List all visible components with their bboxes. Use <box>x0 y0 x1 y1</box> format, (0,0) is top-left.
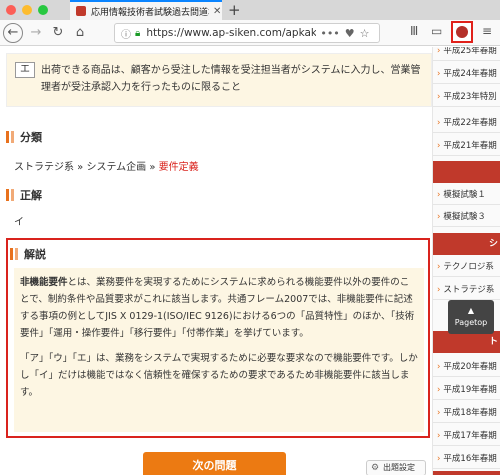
site-favicon-icon <box>76 6 86 16</box>
answer-heading: 正解 <box>6 187 42 203</box>
address-bar[interactable]: ⓘ 🔒︎ https://www.ap-siken.com/apkakomon … <box>114 23 380 43</box>
browser-tab[interactable]: 応用情報技術者試験過去問道場 ✕ <box>70 0 222 20</box>
sidebar-item[interactable]: › 平成24年春期 <box>433 64 500 84</box>
back-button[interactable]: ← <box>3 23 23 43</box>
minimize-window-button[interactable] <box>22 5 32 15</box>
pocket-icon[interactable]: ♥ <box>345 27 355 40</box>
window-titlebar: 応用情報技術者試験過去問道場 ✕ + <box>0 0 500 20</box>
sidebar-item[interactable]: › 平成16年春期 <box>433 449 500 469</box>
extension-icon[interactable] <box>451 21 473 43</box>
sidebar-header-past: ト <box>433 331 500 353</box>
classification-heading: 分類 <box>6 129 42 145</box>
sidebar-item[interactable]: › 平成20年春期 <box>433 357 500 377</box>
library-icon[interactable]: Ⅲ <box>410 24 418 38</box>
arrow-up-icon: ▲ <box>467 306 475 315</box>
sidebar-item-field[interactable]: › テクノロジ系 <box>433 257 500 277</box>
bookmark-star-icon[interactable]: ☆ <box>360 27 370 40</box>
sidebar-item[interactable]: › 平成25年春期 <box>433 47 500 61</box>
sidebar-item-mock[interactable]: › 模擬試験１ <box>433 185 500 205</box>
choice-key: エ <box>15 62 35 78</box>
choice-text: 出荷できる商品は、顧客から受注した情報を受注担当者がシステムに入力し、営業管理者… <box>41 65 421 93</box>
sidebar-toggle-icon[interactable]: ▭ <box>431 24 442 38</box>
explanation-paragraph-2: 「ア」「ウ」「エ」は、業務をシステムで実現するために必要な要求なので機能要件です… <box>20 353 418 398</box>
url-text[interactable]: https://www.ap-siken.com/apkakomon <box>146 27 316 39</box>
lock-icon[interactable]: 🔒︎ <box>135 28 140 39</box>
sidebar-item-mock[interactable]: › 模擬試験３ <box>433 207 500 227</box>
answer-value: イ <box>14 217 24 228</box>
sidebar-header-field: シ <box>433 233 500 255</box>
sidebar-header-info: 情 <box>433 471 500 475</box>
explanation-heading: 解説 <box>10 246 46 262</box>
sidebar-header-mock <box>433 161 500 183</box>
new-tab-button[interactable]: + <box>228 1 241 19</box>
sidebar-item[interactable]: › 平成19年春期 <box>433 380 500 400</box>
reload-button[interactable]: ↻ <box>49 24 67 42</box>
zoom-window-button[interactable] <box>38 5 48 15</box>
sidebar: › 平成25年春期 › 平成24年春期 › 平成23年特別 › 平成22年春期 › 平成2… <box>432 47 500 475</box>
tab-close-icon[interactable]: ✕ <box>213 6 221 17</box>
pagetop-button[interactable]: ▲ Pagetop <box>448 300 494 334</box>
next-question-button[interactable]: 次の問題 <box>143 452 286 475</box>
sidebar-item[interactable]: › 平成17年春期 <box>433 426 500 446</box>
tab-title: 応用情報技術者試験過去問道場 <box>91 7 209 18</box>
close-window-button[interactable] <box>6 5 16 15</box>
gear-icon: ⚙ <box>371 463 380 473</box>
sidebar-item[interactable]: › 平成22年春期 <box>433 113 500 133</box>
settings-button[interactable]: ⚙ 出題設定 <box>366 460 426 475</box>
pagetop-label: Pagetop <box>454 318 488 327</box>
main-content: エ 出荷できる商品は、顧客から受注した情報を受注担当者がシステムに入力し、営業管… <box>0 47 432 475</box>
explanation-text: 非機能要件とは、業務要件を実現するためにシステムに求められる機能要件以外の要件の… <box>14 268 424 432</box>
navigation-toolbar: ← → ↻ ⌂ ⓘ 🔒︎ https://www.ap-siken.com/ap… <box>0 20 500 46</box>
explanation-box: 解説 非機能要件とは、業務要件を実現するためにシステムに求められる機能要件以外の… <box>6 238 430 438</box>
sidebar-item-field[interactable]: › ストラテジ系 <box>433 280 500 300</box>
breadcrumb-current-link[interactable]: 要件定義 <box>159 162 199 173</box>
info-icon[interactable]: ⓘ <box>121 26 131 41</box>
menu-icon[interactable]: ≡ <box>482 24 492 38</box>
sidebar-item[interactable]: › 平成21年春期 <box>433 136 500 156</box>
explanation-term: 非機能要件 <box>20 277 68 288</box>
sidebar-item[interactable]: › 平成18年春期 <box>433 403 500 423</box>
sidebar-item[interactable]: › 平成23年特別 <box>433 87 500 107</box>
breadcrumb: ストラテジ系 » システム企画 » 要件定義 <box>14 162 199 173</box>
forward-button[interactable]: → <box>27 24 45 42</box>
home-button[interactable]: ⌂ <box>71 24 89 42</box>
page-actions-icon[interactable]: ••• <box>320 27 339 40</box>
choice-box: エ 出荷できる商品は、顧客から受注した情報を受注担当者がシステムに入力し、営業管… <box>6 53 432 107</box>
